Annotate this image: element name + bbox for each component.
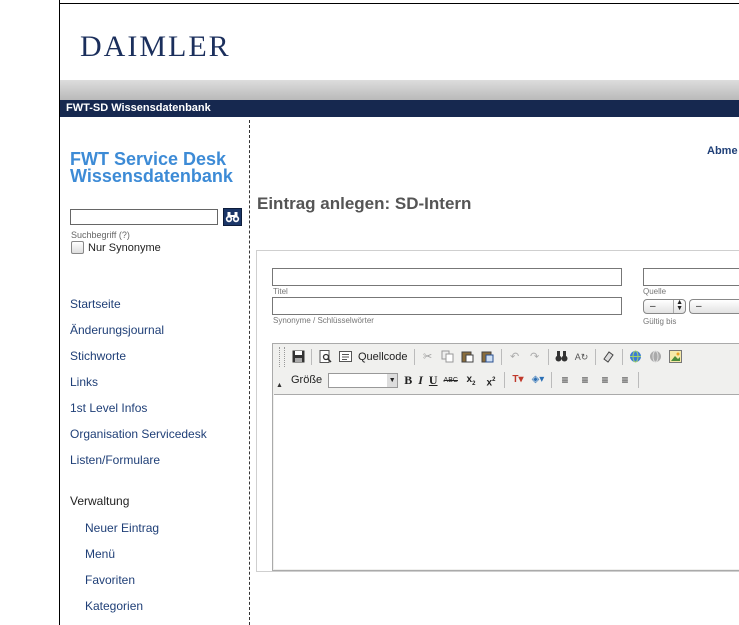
bold-button[interactable]: B <box>404 373 412 388</box>
source-input[interactable] <box>643 268 739 286</box>
header-band <box>60 80 739 100</box>
sidebar-item-aenderungsjournal[interactable]: Änderungsjournal <box>70 322 207 348</box>
save-icon[interactable] <box>291 350 305 364</box>
search-button[interactable] <box>223 208 242 226</box>
toolbar-separator <box>550 372 552 388</box>
dropdown-arrow-icon: ▼ <box>387 373 398 387</box>
link-icon[interactable] <box>629 350 643 364</box>
admin-item-kategorien[interactable]: Kategorien <box>85 598 159 624</box>
navbar-title: FWT-SD Wissensdatenbank <box>60 100 739 117</box>
preview-icon[interactable] <box>318 350 332 364</box>
copy-icon[interactable] <box>441 350 455 364</box>
unlink-icon[interactable] <box>649 350 663 364</box>
valid-until-select-2-value: – <box>696 301 702 312</box>
synonyms-label: Nur Synonyme <box>88 241 161 254</box>
updown-arrows-icon: ▲ ▼ <box>673 299 683 313</box>
paste-icon[interactable] <box>461 350 475 364</box>
valid-until-select-1-value: – <box>650 301 656 312</box>
source-label: Quelle <box>643 287 667 296</box>
source-code-button[interactable]: Quellcode <box>358 351 408 363</box>
toolbar-separator <box>500 349 502 365</box>
font-size-label: Größe <box>291 374 323 386</box>
background-color-icon[interactable]: ◈▾ <box>531 373 545 387</box>
valid-until-select-1[interactable]: – ▲ ▼ <box>643 299 686 314</box>
binoculars-icon <box>225 212 240 223</box>
toolbar-separator <box>311 349 312 365</box>
paste-word-icon[interactable] <box>481 350 495 364</box>
title-label: Titel <box>273 287 288 296</box>
admin-heading: Verwaltung <box>70 494 130 508</box>
synonyms-checkbox[interactable] <box>71 241 84 254</box>
admin-item-neuer-eintrag[interactable]: Neuer Eintrag <box>85 520 159 546</box>
sidebar-title[interactable]: FWT Service Desk Wissensdatenbank <box>70 150 245 185</box>
toolbar-separator <box>594 349 596 365</box>
sidebar-item-listen-formulare[interactable]: Listen/Formulare <box>70 452 207 478</box>
search-hint[interactable]: Suchbegriff (?) <box>71 230 130 240</box>
admin-item-favoriten[interactable]: Favoriten <box>85 572 159 598</box>
valid-until-select-2[interactable]: – <box>689 299 739 314</box>
align-left-icon[interactable]: ≡ <box>558 373 572 387</box>
editor-toolbar-row-2: Größe ▼ B I U ABC x2 x2 T▾ ◈▾ ≡ ≡ ≡ ≡ <box>291 369 639 391</box>
search-input[interactable] <box>70 209 218 225</box>
toolbar-separator <box>621 349 623 365</box>
strikethrough-button[interactable]: ABC <box>444 377 458 384</box>
toolbar-handle[interactable] <box>279 347 285 367</box>
underline-button[interactable]: U <box>429 373 438 388</box>
replace-icon[interactable]: A↻ <box>575 350 589 364</box>
sidebar-item-startseite[interactable]: Startseite <box>70 296 207 322</box>
sidebar-nav: Startseite Änderungsjournal Stichworte L… <box>70 296 207 478</box>
sidebar-item-stichworte[interactable]: Stichworte <box>70 348 207 374</box>
title-input[interactable] <box>272 268 622 286</box>
cut-icon[interactable]: ✂ <box>421 350 435 364</box>
editor-content-area[interactable] <box>274 394 739 569</box>
toolbar-separator <box>413 349 415 365</box>
collapse-triangle-icon[interactable]: ▲ <box>276 382 283 389</box>
redo-icon[interactable]: ↷ <box>528 350 542 364</box>
sidebar-item-links[interactable]: Links <box>70 374 207 400</box>
toolbar-separator <box>547 349 549 365</box>
image-icon[interactable] <box>669 350 683 364</box>
sidebar-item-organisation-servicedesk[interactable]: Organisation Servicedesk <box>70 426 207 452</box>
synonyms-toggle[interactable]: Nur Synonyme <box>71 241 161 254</box>
align-justify-icon[interactable]: ≡ <box>618 373 632 387</box>
toolbar-separator <box>637 372 639 388</box>
page-title: Eintrag anlegen: SD-Intern <box>257 194 472 213</box>
rich-text-editor: ▲ Quellcode ✂ ↶ ↷ A↻ Größe ▼ B I U ABC x… <box>272 343 739 571</box>
source-code-icon[interactable] <box>338 350 352 364</box>
editor-toolbar-row-1: Quellcode ✂ ↶ ↷ A↻ <box>291 346 683 368</box>
align-center-icon[interactable]: ≡ <box>578 373 592 387</box>
eraser-icon[interactable] <box>602 350 616 364</box>
font-size-select[interactable]: ▼ <box>328 372 399 388</box>
page-border-top <box>59 3 739 4</box>
align-right-icon[interactable]: ≡ <box>598 373 612 387</box>
text-color-icon[interactable]: T▾ <box>511 373 525 387</box>
toolbar-separator <box>503 372 505 388</box>
daimler-logo[interactable]: DAIMLER <box>80 30 231 64</box>
admin-nav: Neuer Eintrag Menü Favoriten Kategorien <box>85 520 159 624</box>
italic-button[interactable]: I <box>418 373 423 388</box>
admin-item-menue[interactable]: Menü <box>85 546 159 572</box>
synonyms-field-label: Synonyme / Schlüsselwörter <box>273 316 374 325</box>
synonyms-input[interactable] <box>272 297 622 315</box>
subscript-icon[interactable]: x2 <box>464 373 478 387</box>
valid-until-label: Gültig bis <box>643 317 677 326</box>
sidebar-divider <box>249 120 250 625</box>
find-icon[interactable] <box>555 350 569 364</box>
sidebar-item-1st-level-infos[interactable]: 1st Level Infos <box>70 400 207 426</box>
logout-link[interactable]: Abme <box>707 145 738 157</box>
undo-icon[interactable]: ↶ <box>508 350 522 364</box>
superscript-icon[interactable]: x2 <box>484 373 498 388</box>
